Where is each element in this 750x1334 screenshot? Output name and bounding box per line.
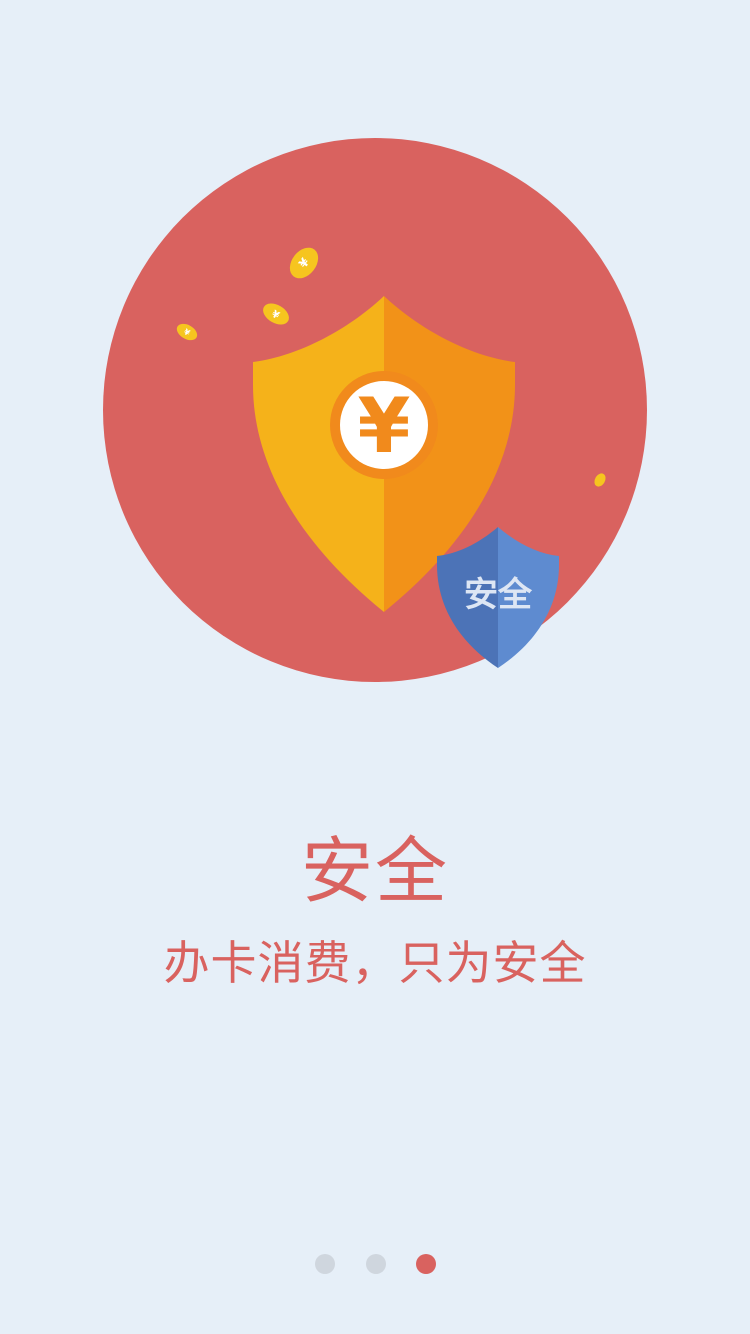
hero-illustration: ¥ ¥ ¥ ¥ 安全 [0,0,750,720]
page-dot-1[interactable] [315,1254,335,1274]
page-dot-3-active[interactable] [416,1254,436,1274]
shield-badge-label: 安全 [464,575,533,615]
security-illustration: ¥ ¥ ¥ ¥ 安全 [103,138,647,682]
yen-symbol: ¥ [358,381,411,470]
page-indicator [0,1254,750,1274]
page-subtitle: 办卡消费，只为安全 [163,936,587,990]
page-dot-2[interactable] [366,1254,386,1274]
page-title: 安全 [300,829,449,913]
